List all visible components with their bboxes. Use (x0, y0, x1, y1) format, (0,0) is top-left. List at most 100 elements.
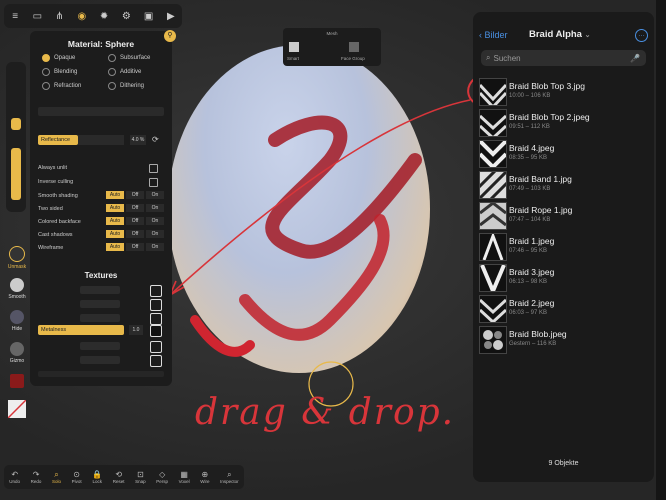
inverse-culling-checkbox[interactable] (149, 178, 158, 187)
tool-solo[interactable]: ⌕ Solo (52, 470, 61, 484)
annotation-text: drag & drop. (195, 392, 456, 433)
file-item[interactable]: Braid Rope 1.jpg 07:47 – 104 KB (479, 202, 649, 232)
always-unlit-checkbox[interactable] (149, 164, 158, 173)
tool-persp[interactable]: ◇ Persp (156, 470, 168, 484)
opt-auto[interactable]: Auto (106, 243, 124, 251)
texture-row-opacity (38, 341, 150, 350)
mode-dithering[interactable]: Dithering (108, 82, 144, 90)
mode-opaque[interactable]: Opaque (42, 54, 75, 62)
file-item[interactable]: Braid Blob Top 3.jpg 10:00 – 106 KB (479, 78, 649, 108)
chevron-down-icon[interactable]: ⌄ (585, 32, 591, 39)
file-item[interactable]: Braid Band 1.jpg 07:49 – 103 KB (479, 171, 649, 201)
file-thumbnail (479, 109, 507, 137)
wireframe-segment: Auto Off On (106, 243, 164, 251)
search-icon: ⌕ (486, 53, 491, 62)
reflectance-slider[interactable]: Reflectance (38, 135, 78, 145)
mode-additive[interactable]: Additive (108, 68, 141, 76)
file-picker-popover: ‹ Bilder Braid Alpha ⌄ … ⌕ Suchen 🎤 Brai… (473, 12, 654, 482)
tool-redo[interactable]: ↷ Redo (31, 470, 42, 484)
file-thumbnail (479, 233, 507, 261)
microphone-icon[interactable]: 🎤 (630, 54, 640, 63)
file-thumbnail (479, 295, 507, 323)
file-item[interactable]: Braid 4.jpeg 08:35 – 95 KB (479, 140, 649, 170)
face-group-icon[interactable] (349, 42, 359, 52)
radio-off-icon (108, 54, 116, 62)
texture-slot[interactable] (80, 299, 120, 308)
file-thumbnail (479, 202, 507, 230)
reset-icon[interactable]: ⟳ (152, 135, 159, 144)
file-item[interactable]: Braid 3.jpeg 06:13 – 98 KB (479, 264, 649, 294)
metalness-slider[interactable]: Metalness (38, 325, 124, 335)
texture-row-roughness (38, 313, 150, 322)
more-icon[interactable]: … (635, 29, 648, 42)
search-field[interactable]: ⌕ Suchen 🎤 (481, 50, 646, 66)
smooth-shading-segment: Auto Off On (106, 191, 164, 199)
file-thumbnail (479, 326, 507, 354)
radio-off-icon (108, 68, 116, 76)
undo-icon: ↶ (11, 470, 19, 479)
texture-slot[interactable] (80, 313, 120, 322)
opt-off[interactable]: Off (126, 191, 144, 199)
metalness-texture-thumb[interactable] (150, 325, 162, 337)
opt-off[interactable]: Off (126, 243, 144, 251)
tool-snap[interactable]: ⊡ Snap (135, 470, 146, 484)
texture-checkbox[interactable] (150, 341, 162, 353)
texture-slot[interactable] (80, 355, 120, 364)
smart-icon[interactable] (289, 42, 299, 52)
bottom-toolbar: ↶ Undo ↷ Redo ⌕ Solo ⊙ Pivot 🔒 Lock ⟲ Reset ⊡ S… (4, 465, 244, 489)
snap-icon: ⊡ (137, 470, 144, 479)
opt-off[interactable]: Off (126, 217, 144, 225)
file-item[interactable]: Braid 1.jpeg 07:46 – 95 KB (479, 233, 649, 263)
tool-inspector[interactable]: ⌕ Inspector (220, 470, 239, 484)
opt-off[interactable]: Off (126, 230, 144, 238)
texture-slot[interactable] (80, 285, 120, 294)
reflectance-track[interactable] (78, 135, 124, 145)
texture-row-emissive (38, 355, 150, 364)
redo-icon: ↷ (32, 470, 40, 479)
two-sided-segment: Auto Off On (106, 204, 164, 212)
opt-on[interactable]: On (146, 204, 164, 212)
radio-off-icon (108, 82, 116, 90)
file-item[interactable]: Braid 2.jpeg 06:03 – 97 KB (479, 295, 649, 325)
perspective-icon: ◇ (159, 470, 166, 479)
face-group-label: Face Group (341, 56, 365, 61)
tool-reset[interactable]: ⟲ Reset (113, 470, 125, 484)
opt-auto[interactable]: Auto (106, 230, 124, 238)
mode-blending[interactable]: Blending (42, 68, 77, 76)
texture-checkbox[interactable] (150, 285, 162, 297)
texture-checkbox[interactable] (150, 313, 162, 325)
opt-off[interactable]: Off (126, 204, 144, 212)
opt-auto[interactable]: Auto (106, 191, 124, 199)
texture-checkbox[interactable] (150, 299, 162, 311)
tool-wire[interactable]: ⊕ Wire (200, 470, 209, 484)
mode-refraction[interactable]: Refraction (42, 82, 81, 90)
mode-subsurface[interactable]: Subsurface (108, 54, 150, 62)
colored-backface-segment: Auto Off On (106, 217, 164, 225)
opt-on[interactable]: On (146, 230, 164, 238)
file-thumbnail (479, 140, 507, 168)
right-edge-panel (656, 0, 666, 500)
item-count: 9 Objekte (548, 460, 579, 467)
texture-row-normal (38, 299, 150, 308)
material-title: Material: Sphere (67, 39, 135, 49)
file-thumbnail (479, 264, 507, 292)
file-item[interactable]: Braid Blob Top 2.jpeg 09:51 – 112 KB (479, 109, 649, 139)
opt-on[interactable]: On (146, 191, 164, 199)
tool-lock[interactable]: 🔒 Lock (92, 470, 102, 484)
opt-auto[interactable]: Auto (106, 217, 124, 225)
metalness-value[interactable]: 1.0 (129, 325, 143, 335)
reflectance-value[interactable]: 4.0 % (130, 135, 146, 145)
tool-undo[interactable]: ↶ Undo (9, 470, 20, 484)
texture-checkbox[interactable] (150, 355, 162, 367)
textures-title: Textures (84, 271, 118, 280)
back-button[interactable]: ‹ Bilder (479, 30, 508, 40)
opt-on[interactable]: On (146, 217, 164, 225)
opt-on[interactable]: On (146, 243, 164, 251)
texture-scale-slider[interactable] (38, 371, 164, 377)
pin-icon[interactable]: ⚲ (164, 30, 176, 42)
tool-voxel[interactable]: ▦ Voxel (179, 470, 190, 484)
opt-auto[interactable]: Auto (106, 204, 124, 212)
tool-pivot[interactable]: ⊙ Pivot (72, 470, 82, 484)
file-item[interactable]: Braid Blob.jpeg Gestern – 116 KB (479, 326, 649, 356)
texture-slot[interactable] (80, 341, 120, 350)
